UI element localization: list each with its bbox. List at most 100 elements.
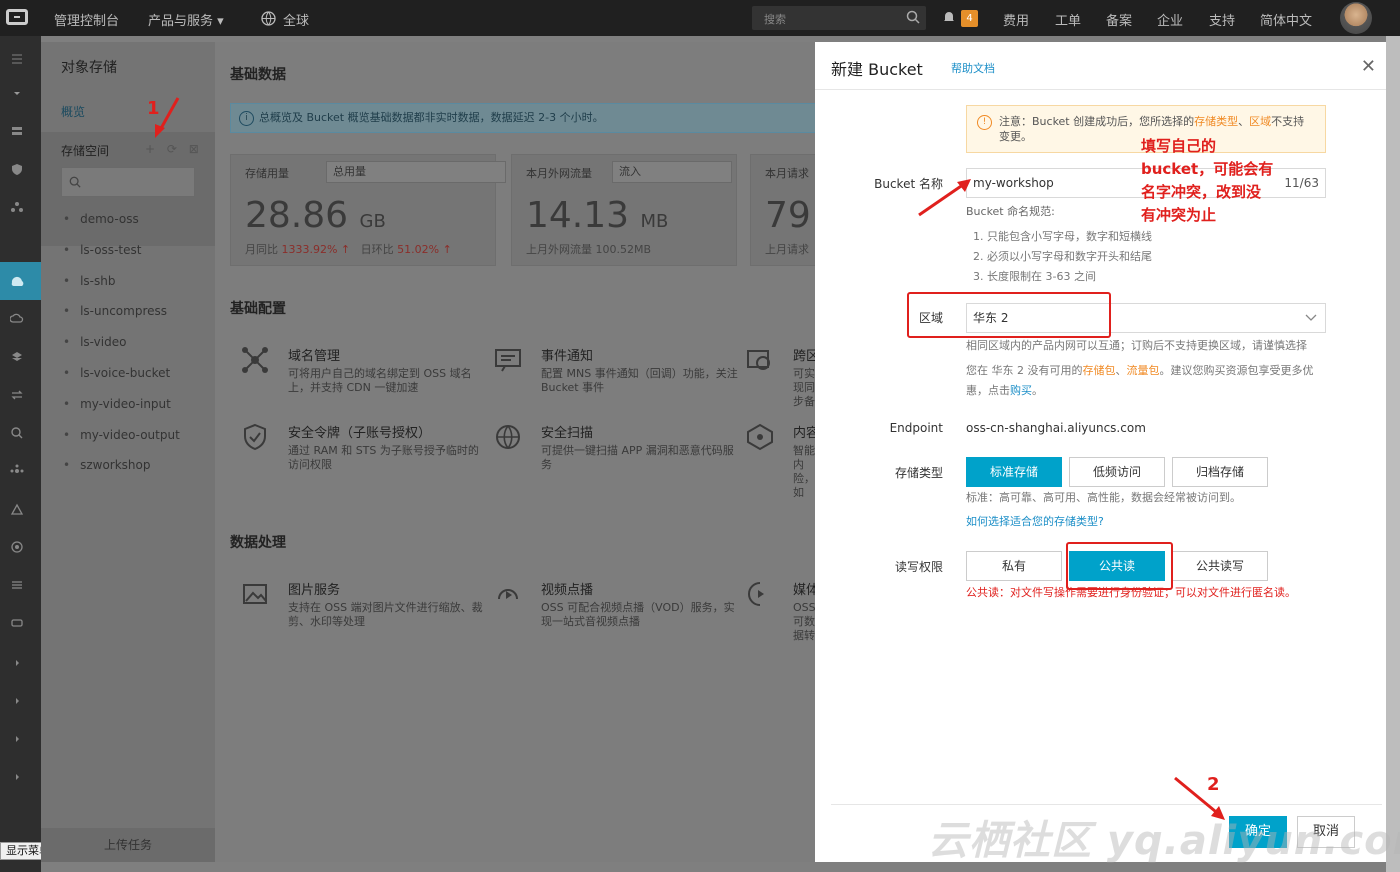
upload-tasks-button[interactable]: 上传任务 [41, 828, 215, 862]
feature-desc: 可将用户自己的域名绑定到 OSS 域名上，并支持 CDN 一键加速 [288, 367, 472, 394]
shield-check-icon [244, 423, 266, 451]
close-icon[interactable]: ✕ [1361, 56, 1376, 77]
stat-label: 本月外网流量 [526, 167, 592, 180]
list-icon[interactable] [10, 578, 24, 592]
storage-class-help-link[interactable]: 如何选择适合您的存储类型? [966, 512, 1104, 532]
storage-ia-button[interactable]: 低频访问 [1069, 457, 1165, 487]
feature-name: 图片服务 [288, 583, 341, 598]
naming-rule: 1. 只能包含小写字母，数字和短横线 [973, 230, 1152, 243]
chevron-down-icon[interactable] [10, 86, 24, 100]
products-menu[interactable]: 产品与服务 ▾ [148, 10, 224, 29]
bucket-item[interactable]: my-video-input [63, 397, 180, 428]
data-processing-heading: 数据处理 [230, 535, 286, 551]
annotation-arrow-name [918, 179, 971, 217]
video-play-icon [498, 589, 518, 600]
image-icon [243, 584, 267, 604]
storage-space-label: 存储空间 [61, 144, 110, 158]
basic-data-heading: 基础数据 [230, 67, 286, 83]
global-search-input[interactable]: 搜索 [752, 6, 926, 30]
bell-icon[interactable] [942, 10, 956, 24]
chevron-right-icon[interactable] [10, 732, 24, 746]
bucket-search-input[interactable] [61, 167, 195, 197]
aliyun-logo-icon[interactable] [6, 9, 28, 25]
bucket-toolbar[interactable]: + ⟳ ⊠ [145, 142, 203, 156]
storage-class-hint: 标准：高可靠、高可用、高性能，数据会经常被访问到。 [966, 491, 1241, 504]
chevron-right-icon[interactable] [10, 694, 24, 708]
acl-public-read-write-button[interactable]: 公共读写 [1172, 551, 1268, 581]
naming-rule: 3. 长度限制在 3-63 之间 [973, 270, 1096, 283]
server-icon[interactable] [10, 124, 24, 138]
cluster-icon[interactable] [10, 464, 24, 478]
endpoint-value: oss-cn-shanghai.aliyuncs.com [966, 421, 1146, 435]
annotation-acl-box [1066, 542, 1173, 590]
top-navigation-bar: 管理控制台 产品与服务 ▾ 全球 搜索 4 费用 工单 备案 企业 支持 简体中… [0, 0, 1400, 36]
content-security-icon [747, 423, 773, 451]
storage-archive-button[interactable]: 归档存储 [1172, 457, 1268, 487]
bucket-item[interactable]: ls-oss-test [63, 243, 180, 274]
stat-card-requests: 本月请求 79 上月请求 [750, 154, 815, 266]
domain-icon [242, 347, 268, 373]
oss-storage-icon[interactable] [10, 274, 24, 288]
storage-class-label: 存储类型 [894, 466, 943, 480]
region-resource-tip: 您在 华东 2 没有可用的存储包、流量包。建议您购买资源包享受更多优惠，点击购买… [966, 364, 1314, 397]
usage-type-select[interactable]: 总用量 [326, 161, 506, 183]
storage-standard-button[interactable]: 标准存储 [966, 457, 1062, 487]
transfer-icon[interactable] [10, 388, 24, 402]
console-home-link[interactable]: 管理控制台 [54, 10, 119, 29]
overview-link[interactable]: 概览 [61, 103, 85, 120]
user-avatar[interactable] [1340, 2, 1372, 34]
target-icon[interactable] [10, 540, 24, 554]
bucket-item[interactable]: szworkshop [63, 458, 180, 489]
buy-link[interactable]: 购买 [1010, 384, 1032, 397]
cloud-icon[interactable] [10, 312, 24, 326]
feature-name: 域名管理 [288, 349, 341, 364]
nav-enterprise[interactable]: 企业 [1157, 10, 1183, 29]
notification-count-badge[interactable]: 4 [961, 10, 978, 27]
feature-desc: OSS 可数据转 [793, 601, 815, 642]
chevron-right-icon[interactable] [10, 656, 24, 670]
bucket-item[interactable]: ls-voice-bucket [63, 366, 180, 397]
stat-value: 79 [765, 195, 811, 236]
feature-name: 内容安 [793, 426, 815, 441]
globe-scan-icon [496, 425, 520, 449]
oss-side-panel: 对象存储 概览 存储空间 + ⟳ ⊠ demo-oss ls-oss-test … [41, 42, 215, 862]
annotation-region-box [907, 292, 1111, 338]
help-docs-link[interactable]: 帮助文档 [951, 60, 995, 76]
bucket-item[interactable]: ls-uncompress [63, 304, 180, 335]
feature-desc: 可实现同步备 [793, 367, 815, 408]
search-scan-icon[interactable] [10, 426, 24, 440]
footer-divider [831, 804, 1382, 805]
search-icon[interactable] [906, 10, 920, 24]
cloud-logo-icon[interactable] [10, 616, 24, 630]
nav-record[interactable]: 备案 [1106, 10, 1132, 29]
feature-name: 安全扫描 [541, 426, 594, 441]
analytics-icon[interactable] [10, 502, 24, 516]
globe-icon [261, 11, 276, 26]
bucket-item[interactable]: my-video-output [63, 428, 180, 459]
traffic-direction-select[interactable]: 流入 [612, 161, 732, 183]
feature-name: 媒体转 [793, 583, 815, 598]
chevron-right-icon[interactable] [10, 770, 24, 784]
layers-icon[interactable] [10, 350, 24, 364]
chevron-down-icon [1305, 314, 1317, 321]
nav-tickets[interactable]: 工单 [1055, 10, 1081, 29]
region-selector[interactable]: 全球 [283, 10, 309, 29]
menu-toggle-icon[interactable] [10, 52, 24, 66]
bucket-item[interactable]: ls-shb [63, 274, 180, 305]
stat-comparison: 上月外网流量 100.52MB [526, 243, 652, 256]
info-banner: 总概览及 Bucket 概览基础数据都非实时数据，数据延迟 2-3 个小时。 [230, 103, 815, 133]
acl-private-button[interactable]: 私有 [966, 551, 1062, 581]
feature-name: 视频点播 [541, 583, 594, 598]
network-icon[interactable] [10, 200, 24, 214]
nav-support[interactable]: 支持 [1209, 10, 1235, 29]
create-bucket-dialog: 新建 Bucket 帮助文档 ✕ 注意：Bucket 创建成功后，您所选择的存储… [815, 42, 1386, 862]
nav-language[interactable]: 简体中文 [1260, 10, 1312, 29]
nav-fees[interactable]: 费用 [1003, 10, 1029, 29]
bucket-item[interactable]: demo-oss [63, 212, 180, 243]
stat-card-traffic: 本月外网流量 流入 14.13 MB 上月外网流量 100.52MB [511, 154, 737, 266]
stat-label: 存储用量 [245, 167, 289, 180]
stat-value: 14.13 MB [526, 195, 669, 236]
acl-label: 读写权限 [894, 560, 943, 574]
bucket-item[interactable]: ls-video [63, 335, 180, 366]
shield-icon[interactable] [10, 162, 24, 176]
